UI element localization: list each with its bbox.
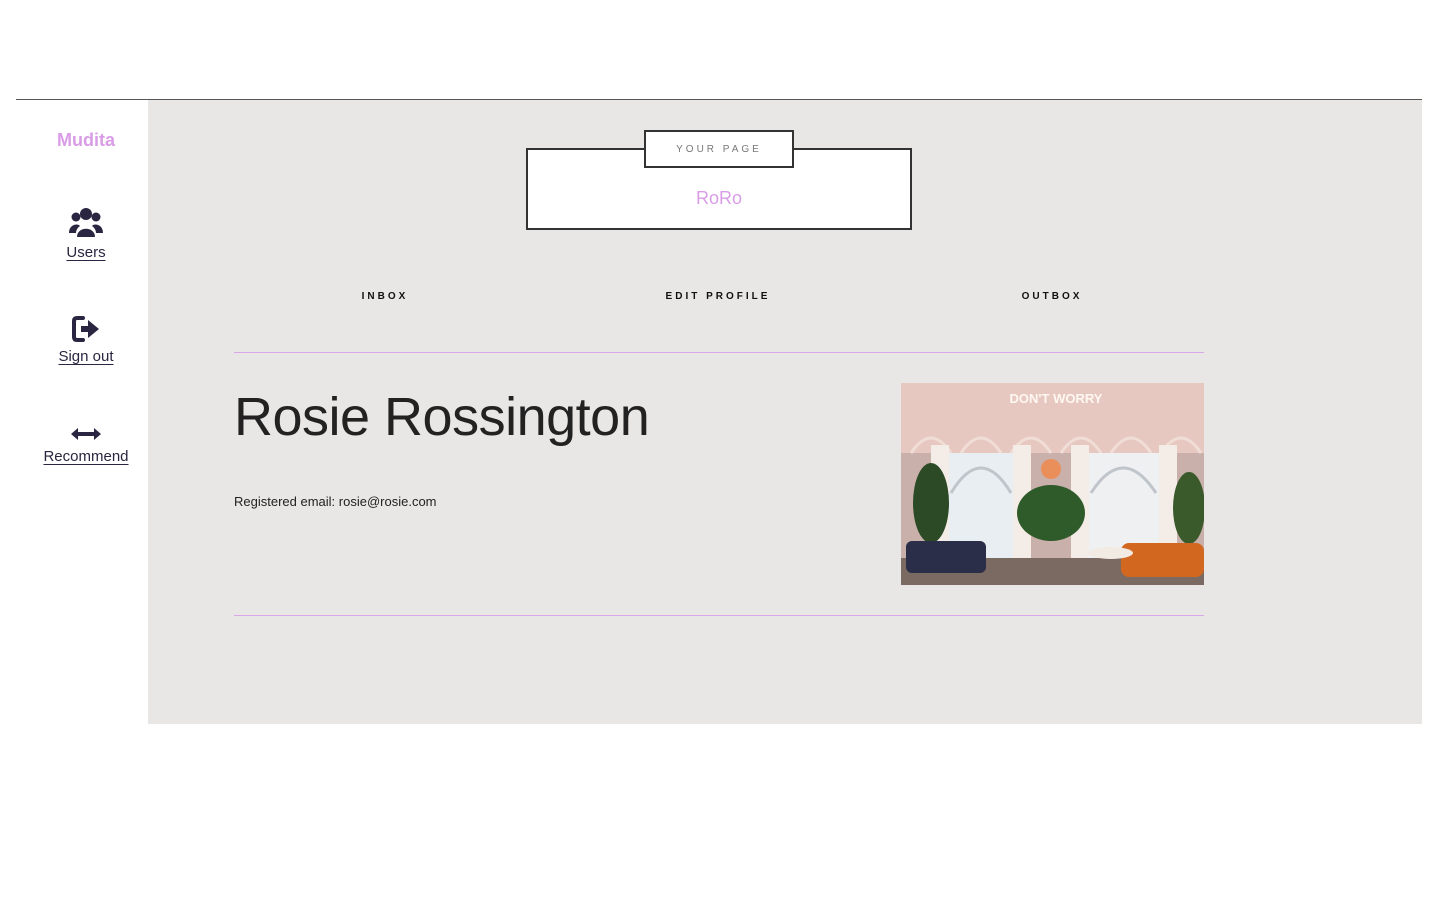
sidebar-item-label: Sign out — [58, 348, 114, 365]
tab-edit-profile[interactable]: EDIT PROFILE — [648, 291, 788, 302]
sidebar-item-label: Users — [66, 244, 106, 261]
tab-outbox[interactable]: OUTBOX — [1002, 291, 1102, 302]
page-title-tag: YOUR PAGE — [644, 130, 794, 168]
sidebar-item-recommend[interactable]: Recommend — [16, 426, 156, 466]
neon-sign-text: DON'T WORRY — [1010, 391, 1103, 406]
sidebar-item-sign-out[interactable]: Sign out — [16, 316, 156, 366]
sidebar-item-users[interactable]: Users — [16, 206, 156, 262]
profile-email-row: Registered email: rosie@rosie.com — [234, 494, 437, 509]
profile-full-name: Rosie Rossington — [234, 387, 650, 447]
profile-photo: DON'T WORRY — [901, 383, 1204, 585]
brand-logo[interactable]: Mudita — [16, 130, 156, 151]
users-icon — [69, 208, 103, 237]
page-title: RoRo — [695, 188, 743, 208]
profile-photo-image: DON'T WORRY — [901, 383, 1204, 585]
sidebar-item-label: Recommend — [43, 448, 129, 465]
divider — [234, 615, 1204, 616]
sign-out-icon — [72, 316, 99, 342]
email-label: Registered email: — [234, 494, 336, 509]
arrows-horizontal-icon — [71, 428, 101, 440]
profile-panel: YOUR PAGE RoRo INBOX EDIT PROFILE OUTBOX… — [148, 100, 1422, 724]
tab-inbox[interactable]: INBOX — [335, 291, 435, 302]
email-value: rosie@rosie.com — [338, 494, 437, 509]
sidebar: Mudita Users Sign out Recommend — [16, 100, 148, 724]
divider — [234, 352, 1204, 353]
